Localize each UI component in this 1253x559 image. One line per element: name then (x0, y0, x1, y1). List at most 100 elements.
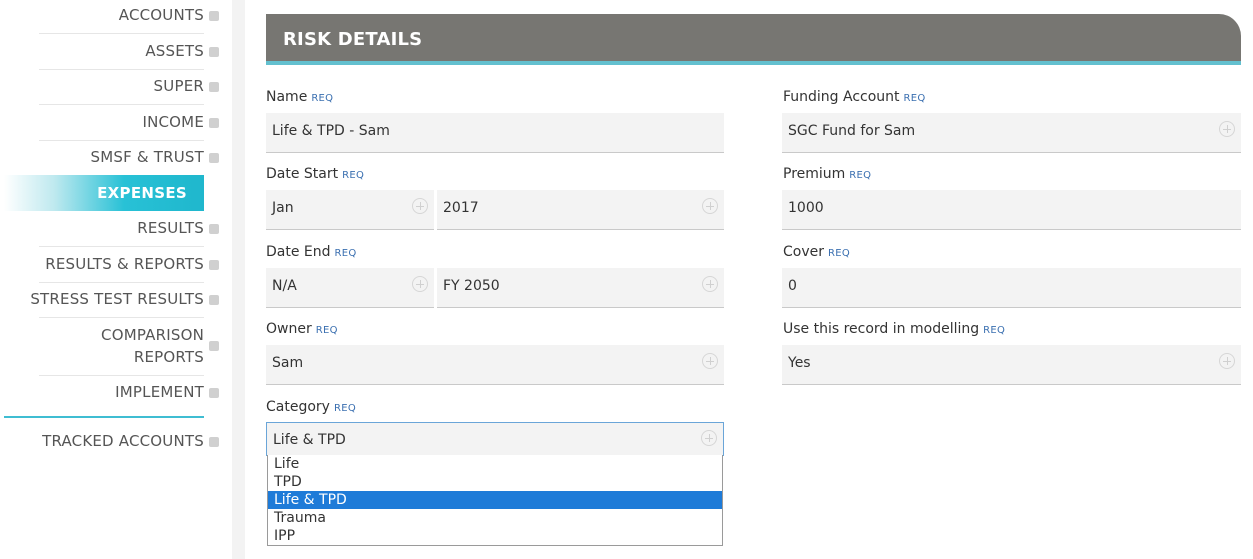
sidebar-item-results-reports[interactable]: RESULTS & REPORTS (45, 255, 219, 273)
plus-circle-icon[interactable] (702, 198, 718, 214)
sidebar-item-implement[interactable]: IMPLEMENT (115, 383, 219, 401)
date-end-month-select[interactable]: N/A (266, 268, 434, 308)
label-text: Funding Account (783, 89, 900, 105)
square-icon (209, 437, 219, 447)
sidebar-item-label: TRACKED ACCOUNTS (42, 432, 204, 450)
required-tag: REQ (315, 325, 338, 336)
page-title: RISK DETAILS (283, 29, 423, 50)
required-tag: REQ (311, 93, 334, 104)
owner-label: Owner REQ (266, 321, 338, 337)
funding-account-label: Funding Account REQ (783, 89, 926, 105)
use-in-modelling-label: Use this record in modelling REQ (783, 321, 1005, 337)
plus-circle-icon[interactable] (1219, 121, 1235, 137)
sidebar-item-income[interactable]: INCOME (142, 113, 219, 131)
funding-account-value: SGC Fund for Sam (788, 123, 916, 139)
sidebar-item-smsf-trust[interactable]: SMSF & TRUST (90, 148, 219, 166)
divider (39, 140, 204, 141)
square-icon (209, 118, 219, 128)
premium-input[interactable]: 1000 (782, 190, 1241, 230)
owner-value: Sam (272, 355, 304, 371)
owner-select[interactable]: Sam (266, 345, 724, 385)
date-start-month-select[interactable]: Jan (266, 190, 434, 230)
plus-circle-icon[interactable] (701, 430, 717, 446)
dropdown-option-ipp[interactable]: IPP (268, 527, 722, 545)
sidebar-item-label: ACCOUNTS (118, 6, 204, 24)
sidebar-item-stress-test-results[interactable]: STRESS TEST RESULTS (30, 290, 219, 308)
label-text: Owner (266, 321, 312, 337)
category-select[interactable]: Life & TPD (266, 422, 724, 456)
label-text: Category (266, 399, 330, 415)
sidebar-item-comparison-reports[interactable]: COMPARISON REPORTS (101, 324, 219, 368)
sidebar-item-label: IMPLEMENT (115, 383, 204, 401)
label-text: Name (266, 89, 308, 105)
sidebar-item-expenses[interactable]: EXPENSES (4, 175, 204, 211)
sidebar-item-label: RESULTS (137, 219, 204, 237)
category-label: Category REQ (266, 399, 356, 415)
square-icon (209, 388, 219, 398)
funding-account-select[interactable]: SGC Fund for Sam (782, 113, 1241, 153)
sidebar-item-assets[interactable]: ASSETS (145, 42, 219, 60)
plus-circle-icon[interactable] (412, 276, 428, 292)
square-icon (209, 341, 219, 351)
required-tag: REQ (849, 170, 872, 181)
plus-circle-icon[interactable] (412, 198, 428, 214)
sidebar-item-label: REPORTS (133, 348, 204, 366)
sidebar-item-label: COMPARISON (101, 326, 204, 344)
required-tag: REQ (983, 325, 1006, 336)
use-in-modelling-select[interactable]: Yes (782, 345, 1241, 385)
dropdown-option-life-tpd[interactable]: Life & TPD (268, 491, 722, 509)
square-icon (209, 47, 219, 57)
sidebar-item-label: SUPER (153, 77, 204, 95)
sidebar-item-label: STRESS TEST RESULTS (30, 290, 204, 308)
square-icon (209, 82, 219, 92)
panel-header: RISK DETAILS (266, 14, 1241, 61)
divider (39, 69, 204, 70)
sidebar-item-label: INCOME (142, 113, 204, 131)
date-end-month-value: N/A (272, 278, 297, 294)
divider (39, 375, 204, 376)
name-field[interactable]: Life & TPD - Sam (266, 113, 724, 153)
name-value: Life & TPD - Sam (272, 123, 390, 139)
date-start-month-value: Jan (272, 200, 294, 216)
divider (39, 104, 204, 105)
required-tag: REQ (333, 403, 356, 414)
date-start-year-value: 2017 (443, 200, 479, 216)
square-icon (209, 260, 219, 270)
date-start-label: Date Start REQ (266, 166, 364, 182)
label-text: Cover (783, 244, 824, 260)
required-tag: REQ (334, 248, 357, 259)
header-underline (266, 61, 1241, 65)
required-tag: REQ (342, 170, 365, 181)
date-end-year-select[interactable]: FY 2050 (437, 268, 724, 308)
sidebar-item-results[interactable]: RESULTS (137, 219, 219, 237)
label-text: Date Start (266, 166, 339, 182)
label-text: Use this record in modelling (783, 321, 980, 337)
date-start-year-select[interactable]: 2017 (437, 190, 724, 230)
dropdown-option-life[interactable]: Life (268, 455, 722, 473)
premium-value: 1000 (788, 200, 824, 216)
category-value: Life & TPD (273, 432, 346, 448)
square-icon (209, 11, 219, 21)
sidebar-item-label: EXPENSES (97, 184, 187, 202)
sidebar-item-label: SMSF & TRUST (90, 148, 204, 166)
plus-circle-icon[interactable] (702, 276, 718, 292)
category-dropdown-list[interactable]: Life TPD Life & TPD Trauma IPP (267, 455, 723, 546)
sidebar-item-super[interactable]: SUPER (153, 77, 219, 95)
divider (39, 33, 204, 34)
sidebar-item-tracked-accounts[interactable]: TRACKED ACCOUNTS (42, 432, 219, 450)
cover-value: 0 (788, 278, 797, 294)
sidebar: ACCOUNTS ASSETS SUPER INCOME SMSF & TRUS… (0, 0, 232, 559)
plus-circle-icon[interactable] (1219, 353, 1235, 369)
required-tag: REQ (828, 248, 851, 259)
sidebar-item-accounts[interactable]: ACCOUNTS (118, 6, 219, 24)
dropdown-option-trauma[interactable]: Trauma (268, 509, 722, 527)
sidebar-item-label: ASSETS (145, 42, 204, 60)
plus-circle-icon[interactable] (702, 353, 718, 369)
section-divider (4, 416, 204, 418)
square-icon (209, 224, 219, 234)
dropdown-option-tpd[interactable]: TPD (268, 473, 722, 491)
premium-label: Premium REQ (783, 166, 871, 182)
divider (39, 282, 204, 283)
cover-input[interactable]: 0 (782, 268, 1241, 308)
date-end-year-value: FY 2050 (443, 278, 500, 294)
